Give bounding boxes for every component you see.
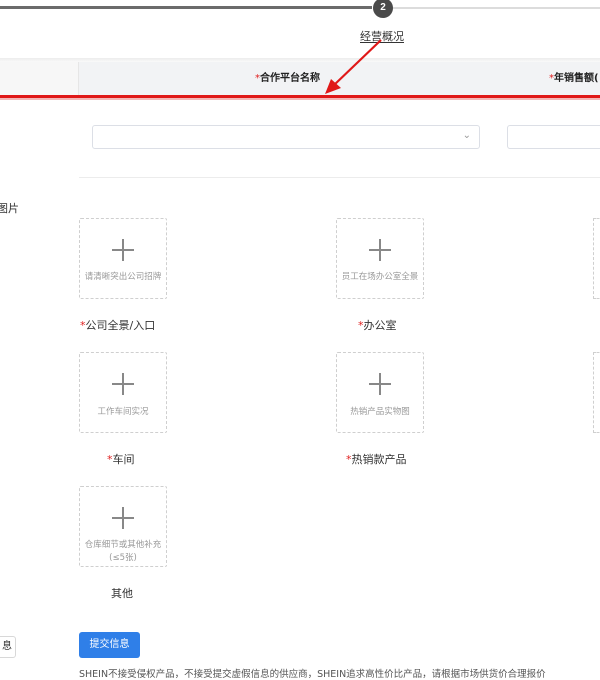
upload-label-office: *办公室 [358,317,397,333]
section-separator [79,177,600,178]
column-header-annual-sales: *年销售额( [549,69,599,84]
upload-label-workshop: *车间 [107,451,135,467]
step-2-label[interactable]: 经营概况 [360,28,404,44]
upload-label-text: 公司全景/入口 [85,319,156,332]
photos-section-label: 图片 [0,202,19,215]
table-header-first-cell [0,62,79,96]
annotation-highlight-shadow [0,98,600,100]
upload-label-text: 热销款产品 [351,453,407,466]
plus-icon [112,507,134,529]
column-header-platform-name-label: 合作平台名称 [260,73,320,84]
annual-sales-input[interactable] [507,125,600,149]
step-2-indicator[interactable]: 2 [373,0,393,18]
upload-partial-right[interactable] [593,218,600,299]
stepper: 2 经营概况 [0,0,600,60]
upload-hint: 工作车间实况 [97,407,149,417]
plus-icon [369,373,391,395]
step-progress-todo [392,7,600,9]
upload-label-other: 其他 [111,585,133,601]
upload-office[interactable]: 员工在场办公室全景 [336,218,424,299]
platform-name-select[interactable]: ⌄ [92,125,480,149]
plus-icon [112,239,134,261]
plus-icon [112,373,134,395]
upload-hint: 热销产品实物图 [350,407,410,417]
upload-partial-right-2[interactable] [593,352,600,433]
step-progress-done [0,6,372,9]
upload-label-text: 车间 [112,453,135,466]
submit-button[interactable]: 提交信息 [79,632,140,658]
previous-button[interactable]: 息 [0,636,16,658]
plus-icon [369,239,391,261]
upload-hot-products[interactable]: 热销产品实物图 [336,352,424,433]
upload-label-hot-products: *热销款产品 [346,451,407,467]
column-header-platform-name: *合作平台名称 [255,69,320,84]
upload-label-text: 其他 [111,587,133,600]
upload-company-entrance[interactable]: 请清晰突出公司招牌 [79,218,167,299]
supplier-notice: SHEIN不接受侵权产品，不接受提交虚假信息的供应商，SHEIN追求高性价比产品… [79,669,546,680]
upload-hint: 仓库细节或其他补充(≤5张) [84,540,162,563]
column-header-annual-sales-label: 年销售额( [554,73,599,84]
upload-hint: 请清晰突出公司招牌 [84,272,162,282]
upload-label-company-entrance: *公司全景/入口 [80,317,155,333]
upload-label-text: 办公室 [363,319,397,332]
upload-other[interactable]: 仓库细节或其他补充(≤5张) [79,486,167,567]
chevron-down-icon: ⌄ [462,130,471,141]
upload-workshop[interactable]: 工作车间实况 [79,352,167,433]
platform-table-header: *合作平台名称 *年销售额( [0,62,600,96]
upload-hint: 员工在场办公室全景 [341,272,419,282]
